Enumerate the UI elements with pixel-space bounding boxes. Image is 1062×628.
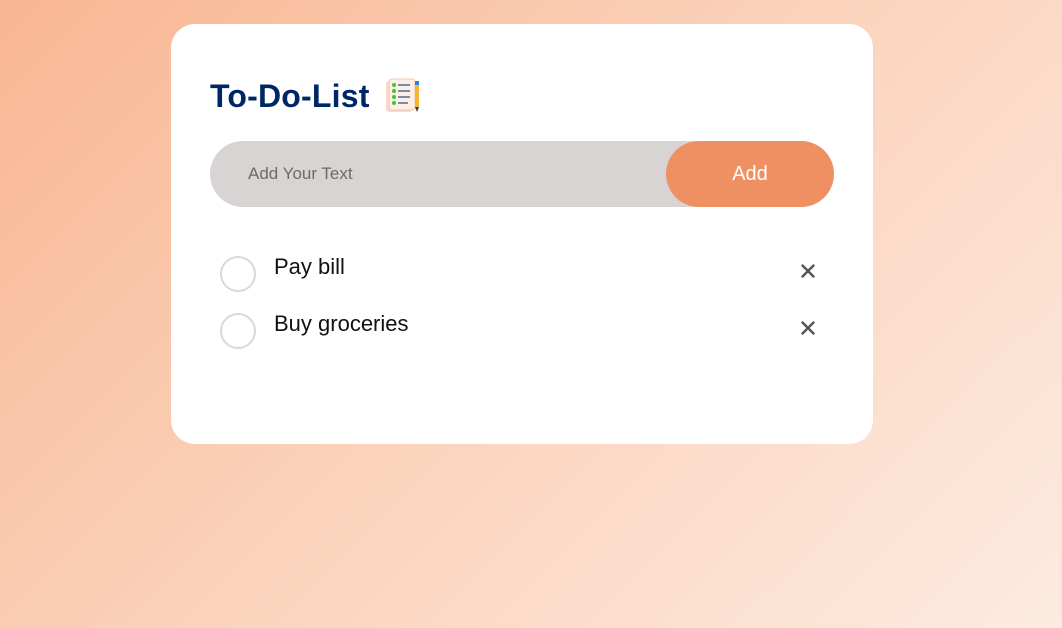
add-task-bar: Add	[210, 141, 834, 207]
task-label: Pay bill	[274, 254, 345, 279]
page-title: To-Do-List	[210, 77, 370, 114]
checkbox-circle-icon[interactable]	[220, 256, 256, 292]
task-input[interactable]	[210, 141, 666, 207]
close-icon[interactable]	[796, 258, 820, 284]
close-icon[interactable]	[796, 315, 820, 341]
task-list: Pay bill Buy groceries	[210, 246, 834, 360]
list-item[interactable]: Buy groceries	[210, 303, 834, 360]
checklist-notepad-icon	[384, 78, 422, 114]
add-button[interactable]: Add	[666, 141, 834, 207]
header: To-Do-List	[210, 76, 422, 116]
checkbox-circle-icon[interactable]	[220, 313, 256, 349]
task-label: Buy groceries	[274, 311, 409, 336]
list-item[interactable]: Pay bill	[210, 246, 834, 303]
todo-card: To-Do-List Add Pay	[171, 24, 873, 444]
